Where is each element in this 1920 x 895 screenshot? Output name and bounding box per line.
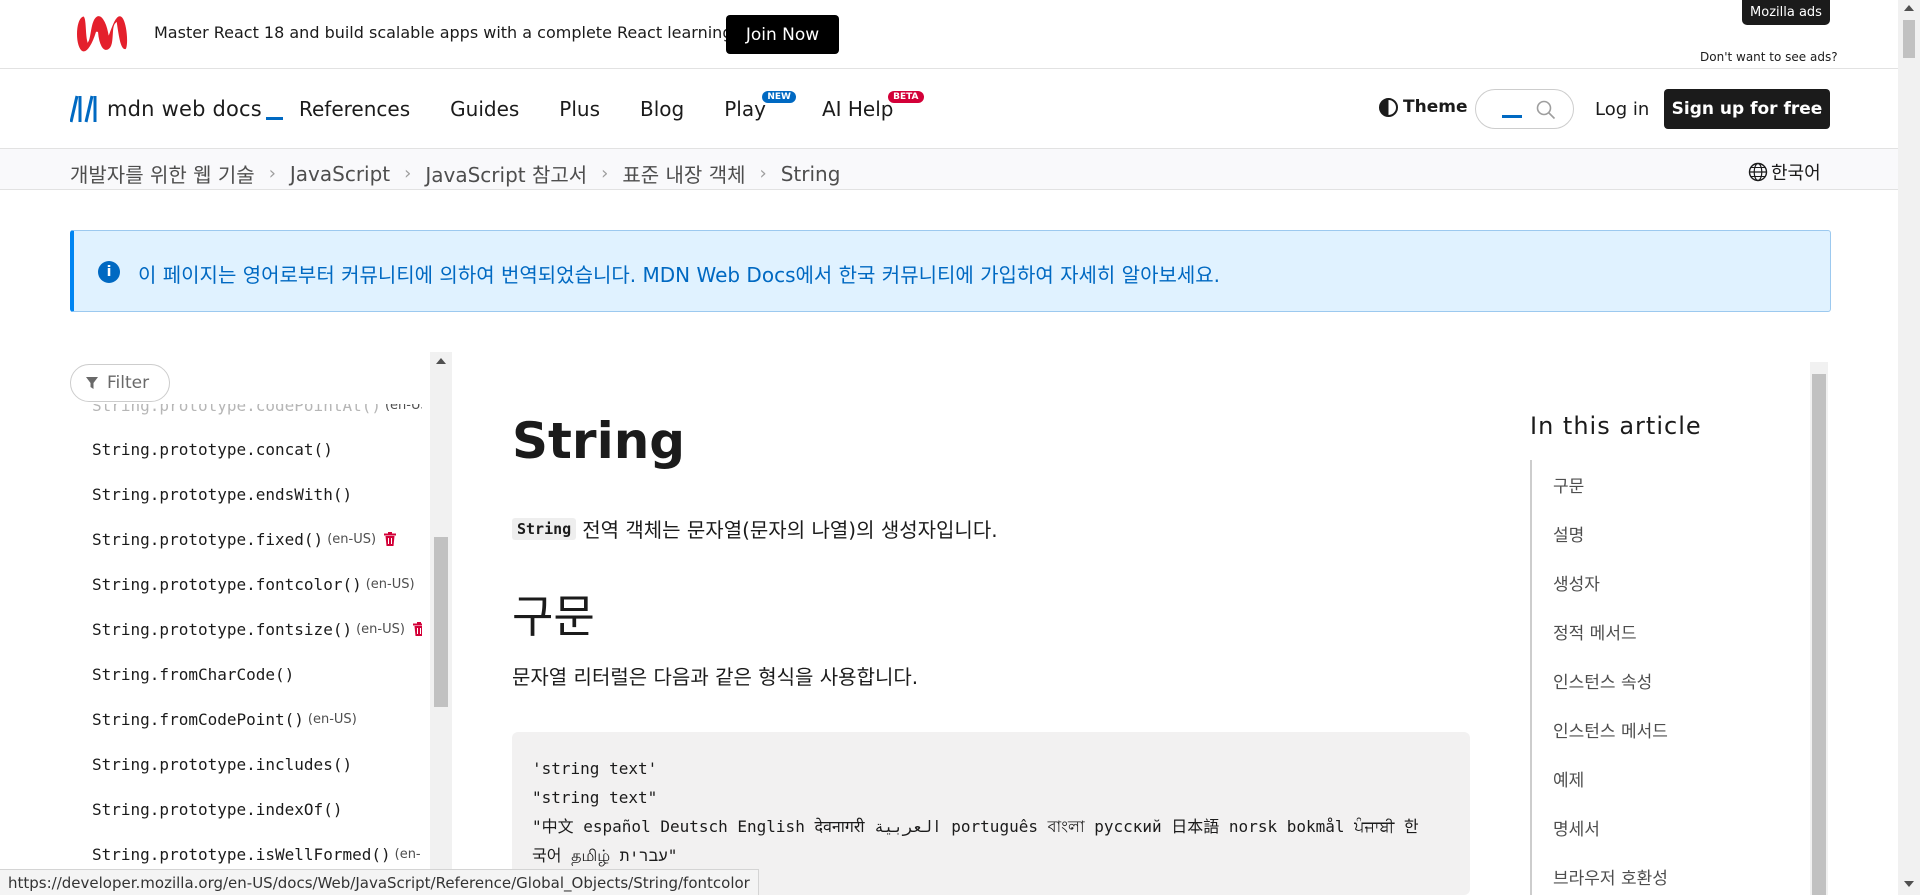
sidebar-item[interactable]: String.prototype.fontcolor() (en-US) — [92, 569, 422, 599]
code-line: 'string text' — [532, 759, 658, 778]
toc-scroll-thumb[interactable] — [1812, 374, 1826, 895]
toc-item[interactable]: 정적 메서드 — [1553, 619, 1637, 644]
sidebar-item[interactable]: String.fromCharCode() — [92, 659, 294, 689]
dont-want-ads-link[interactable]: Don't want to see ads? — [1700, 50, 1838, 64]
syntax-paragraph: 문자열 리터럴은 다음과 같은 형식을 사용합니다. — [512, 665, 919, 689]
breadcrumb-item[interactable]: JavaScript — [290, 162, 390, 186]
react-course-logo[interactable] — [72, 12, 130, 56]
sidebar-item[interactable]: String.prototype.indexOf() — [92, 794, 342, 824]
window-scrollbar[interactable] — [1898, 0, 1920, 895]
translation-notice: i 이 페이지는 영어로부터 커뮤니티에 의하여 번역되었습니다. MDN We… — [70, 230, 1831, 312]
mdn-logo[interactable]: mdn web docs — [70, 95, 283, 123]
breadcrumb-item[interactable]: 표준 내장 객체 — [622, 159, 745, 188]
page-title: String — [512, 412, 686, 470]
beta-badge: BETA — [888, 91, 924, 103]
breadcrumb-current[interactable]: String — [781, 162, 841, 186]
main-menu: References Guides Plus Blog Play NEW AI … — [299, 91, 934, 121]
code-line: 국어 தமிழ் עברית" — [532, 846, 678, 865]
toc: 구문 설명 생성자 정적 메서드 인스턴스 속성 인스턴스 메서드 예제 명세서… — [1530, 460, 1730, 895]
breadcrumb: 개발자를 위한 웹 기술 › JavaScript › JavaScript 참… — [70, 159, 840, 188]
code-line: "string text" — [532, 788, 658, 807]
mozilla-ads-label[interactable]: Mozilla ads — [1742, 0, 1830, 25]
intro-paragraph: String 전역 객체는 문자열(문자의 나열)의 생성자입니다. — [512, 514, 998, 543]
signup-button[interactable]: Sign up for free — [1664, 89, 1830, 129]
breadcrumb-bar: 개발자를 위한 웹 기술 › JavaScript › JavaScript 참… — [0, 149, 1898, 190]
ad-banner: Master React 18 and build scalable apps … — [0, 0, 1898, 69]
theme-button[interactable]: Theme — [1379, 97, 1467, 117]
sidebar-item[interactable]: String.prototype.concat() — [92, 434, 333, 464]
intro-text: 전역 객체는 문자열(문자의 나열)의 생성자입니다. — [582, 518, 998, 542]
sidebar-scroll-thumb[interactable] — [434, 537, 448, 707]
language-label: 한국어 — [1771, 163, 1821, 184]
sidebar-item[interactable]: String.prototype.isWellFormed() (en- — [92, 839, 421, 869]
brand-underscore — [265, 116, 283, 120]
menu-play[interactable]: Play NEW — [724, 91, 796, 121]
notice-text[interactable]: 이 페이지는 영어로부터 커뮤니티에 의하여 번역되었습니다. MDN Web … — [138, 259, 1220, 288]
menu-plus[interactable]: Plus — [559, 97, 600, 121]
scroll-up-arrow-icon[interactable] — [1904, 5, 1914, 11]
toc-item[interactable]: 명세서 — [1553, 815, 1600, 840]
mdn-brand-text: mdn web docs — [107, 97, 262, 121]
sidebar: Filter String.prototype.codePointAt() (e… — [70, 352, 452, 895]
menu-guides[interactable]: Guides — [450, 97, 519, 121]
breadcrumb-separator: › — [759, 163, 767, 184]
menu-blog[interactable]: Blog — [640, 97, 684, 121]
scroll-up-arrow-icon[interactable] — [436, 358, 446, 364]
sidebar-item[interactable]: String.prototype.endsWith() — [92, 479, 352, 509]
toc-item[interactable]: 생성자 — [1553, 570, 1600, 595]
breadcrumb-item[interactable]: 개발자를 위한 웹 기술 — [70, 159, 255, 188]
mdn-logo-mark-icon — [70, 95, 97, 123]
deprecated-trash-icon — [412, 622, 422, 636]
sidebar-item[interactable]: String.prototype.includes() — [92, 749, 352, 779]
window-scroll-thumb[interactable] — [1903, 20, 1915, 58]
status-bar-url: https://developer.mozilla.org/en-US/docs… — [0, 869, 759, 895]
search-icon[interactable] — [1536, 100, 1556, 120]
language-switcher[interactable]: 한국어 — [1748, 159, 1821, 185]
breadcrumb-separator: › — [601, 163, 609, 184]
toc-item[interactable]: 인스턴스 메서드 — [1553, 717, 1668, 742]
article: String String 전역 객체는 문자열(문자의 나열)의 생성자입니다… — [512, 352, 1472, 895]
ad-text[interactable]: Master React 18 and build scalable apps … — [154, 23, 779, 42]
inline-code: String — [512, 517, 577, 540]
sidebar-item[interactable]: String.prototype.fixed() (en-US) — [92, 524, 397, 554]
section-heading-syntax[interactable]: 구문 — [512, 580, 595, 645]
sidebar-scrollbar[interactable] — [430, 352, 452, 895]
toc-title: In this article — [1530, 412, 1702, 440]
menu-references[interactable]: References — [299, 97, 410, 121]
new-badge: NEW — [762, 91, 796, 103]
filter-icon — [86, 377, 98, 389]
globe-icon — [1748, 162, 1768, 182]
sidebar-item[interactable]: String.fromCodePoint() (en-US) — [92, 704, 357, 734]
join-now-button[interactable]: Join Now — [726, 15, 839, 54]
filter-label: Filter — [107, 373, 150, 393]
breadcrumb-separator: › — [268, 163, 276, 184]
toc-item[interactable]: 예제 — [1553, 766, 1584, 791]
breadcrumb-separator: › — [404, 163, 412, 184]
info-icon: i — [98, 261, 120, 283]
toc-item[interactable]: 인스턴스 속성 — [1553, 668, 1652, 693]
theme-contrast-icon — [1379, 97, 1398, 117]
code-line: "中文 español Deutsch English देवनागरी الع… — [532, 817, 1419, 836]
login-link[interactable]: Log in — [1595, 99, 1649, 120]
sidebar-list: String.prototype.codePointAt() (en-US) S… — [92, 404, 422, 874]
theme-label: Theme — [1403, 97, 1468, 117]
main-nav: mdn web docs References Guides Plus Blog… — [0, 69, 1898, 149]
filter-button[interactable]: Filter — [70, 364, 170, 402]
scroll-down-arrow-icon[interactable] — [1904, 881, 1914, 887]
toc-item[interactable]: 설명 — [1553, 521, 1584, 546]
sidebar-item[interactable]: String.prototype.codePointAt() (en-US) — [92, 404, 422, 420]
toc-item[interactable]: 구문 — [1553, 472, 1584, 497]
breadcrumb-item[interactable]: JavaScript 참고서 — [425, 159, 587, 188]
menu-ai-help[interactable]: AI Help BETA — [822, 91, 924, 121]
toc-scrollbar[interactable] — [1810, 362, 1828, 895]
toc-item[interactable]: 브라우저 호환성 — [1553, 864, 1668, 889]
search-input[interactable] — [1475, 89, 1574, 129]
deprecated-trash-icon — [384, 532, 397, 546]
search-cursor — [1502, 115, 1522, 118]
sidebar-item[interactable]: String.prototype.fontsize() (en-US) — [92, 614, 422, 644]
